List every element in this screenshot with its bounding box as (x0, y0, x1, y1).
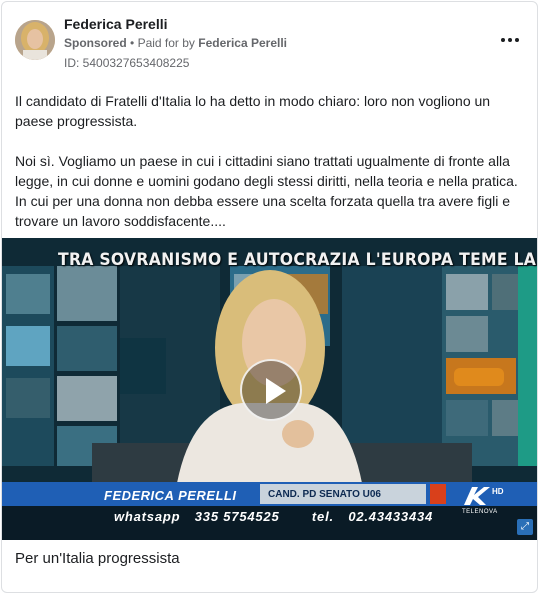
whatsapp-label: whatsapp (114, 509, 181, 524)
ad-caption[interactable]: Per un'Italia progressista (15, 550, 180, 567)
paid-for-prefix: Paid for by (137, 36, 195, 50)
channel-hd: HD (492, 487, 504, 496)
ad-body-text: Il candidato di Fratelli d'Italia lo ha … (15, 91, 525, 251)
ad-id: ID: 5400327653408225 (64, 56, 190, 70)
body-paragraph: Noi sì. Vogliamo un paese in cui i citta… (15, 153, 518, 229)
avatar-image (15, 20, 55, 60)
paid-for-name[interactable]: Federica Perelli (198, 36, 287, 50)
more-options-button[interactable] (497, 30, 523, 50)
tel-label: tel. (311, 509, 334, 524)
whatsapp-number: 335 5754525 (194, 509, 280, 524)
tel-number: 02.43433434 (348, 509, 434, 524)
lower-third-name: FEDERICA PERELLI (104, 488, 237, 503)
lower-third-candidacy: CAND. PD SENATO U06 (268, 489, 381, 500)
ad-card: Federica Perelli Sponsored • Paid for by… (1, 1, 538, 593)
channel-logo: HD TELENOVA (462, 485, 512, 521)
play-button[interactable] (240, 359, 302, 421)
separator: • (130, 36, 135, 50)
avatar[interactable] (15, 20, 55, 60)
sponsored-label: Sponsored (64, 36, 127, 50)
expand-icon[interactable]: ⤢ (517, 519, 533, 535)
body-paragraph: Il candidato di Fratelli d'Italia lo ha … (15, 93, 491, 129)
ad-header: Federica Perelli Sponsored • Paid for by… (2, 2, 537, 82)
video-headline: TRA SOVRANISMO E AUTOCRAZIA L'EUROPA TEM… (58, 250, 537, 270)
sponsor-line: Sponsored • Paid for by Federica Perelli (64, 36, 287, 50)
video-player[interactable]: TRA SOVRANISMO E AUTOCRAZIA L'EUROPA TEM… (2, 238, 537, 540)
more-horizontal-icon (501, 38, 505, 42)
channel-logo-icon (464, 487, 490, 505)
channel-name: TELENOVA (462, 509, 498, 515)
page-name[interactable]: Federica Perelli (64, 16, 168, 32)
lower-third-contacts: whatsapp 335 5754525 tel. 02.43433434 (114, 509, 443, 524)
